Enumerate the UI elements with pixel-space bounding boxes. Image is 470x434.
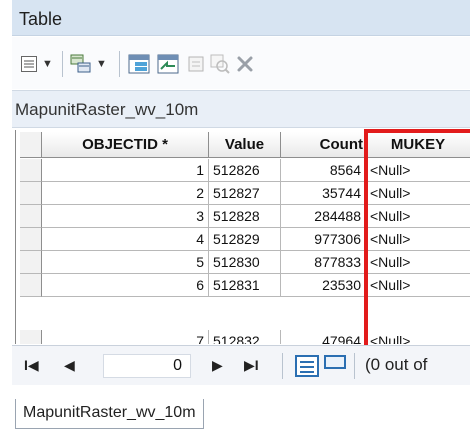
cell-count[interactable]: 877833	[281, 251, 366, 274]
cell-value[interactable]: 512829	[209, 228, 281, 251]
switch-selection-button[interactable]	[157, 53, 179, 75]
row-selector[interactable]	[20, 228, 42, 251]
record-navigation-bar: I◀ ◀ 0 ▶ ▶I (0 out of	[12, 345, 470, 385]
toolbar-separator	[62, 51, 63, 77]
cell-objectid[interactable]: 1	[42, 159, 209, 182]
cell-count[interactable]: 8564	[281, 159, 366, 182]
column-header-objectid[interactable]: OBJECTID *	[42, 132, 209, 158]
cell-objectid[interactable]: 2	[42, 182, 209, 205]
layer-name-bar: MapunitRaster_wv_10m	[12, 90, 470, 128]
cell-value[interactable]: 512828	[209, 205, 281, 228]
next-record-button[interactable]: ▶	[212, 357, 223, 374]
select-by-attributes-button[interactable]	[128, 53, 150, 75]
zoom-to-selected-icon	[210, 54, 230, 74]
chevron-down-icon: ▼	[96, 58, 107, 70]
row-selector[interactable]	[20, 274, 42, 297]
cell-mukey[interactable]: <Null>	[366, 228, 470, 251]
related-tables-icon	[70, 54, 91, 73]
cell-objectid[interactable]: 7	[42, 330, 209, 344]
previous-record-button[interactable]: ◀	[64, 357, 75, 374]
row-selector-header[interactable]	[20, 132, 42, 158]
cell-count[interactable]: 47964	[281, 330, 366, 344]
row-selector[interactable]	[20, 251, 42, 274]
table-tabs: MapunitRaster_wv_10m	[12, 386, 470, 434]
cell-count[interactable]: 23530	[281, 274, 366, 297]
show-selected-records-button[interactable]	[324, 355, 346, 369]
zoom-to-selected-button[interactable]	[210, 53, 230, 75]
selection-status: (0 out of	[365, 355, 428, 374]
clear-selection-button[interactable]	[187, 53, 205, 75]
cell-value[interactable]: 512831	[209, 274, 281, 297]
table-options-button[interactable]: ▼	[20, 53, 53, 75]
column-header-value[interactable]: Value	[209, 132, 281, 158]
layer-name: MapunitRaster_wv_10m	[15, 100, 199, 119]
tab-mapunitraster[interactable]: MapunitRaster_wv_10m	[15, 399, 204, 429]
cell-value[interactable]: 512830	[209, 251, 281, 274]
cell-value[interactable]: 512832	[209, 330, 281, 344]
delete-selected-button[interactable]	[236, 53, 254, 75]
cell-value[interactable]: 512827	[209, 182, 281, 205]
row-selector[interactable]	[20, 205, 42, 228]
toolbar-separator	[354, 353, 355, 379]
show-all-records-button[interactable]	[295, 355, 319, 377]
toolbar-separator	[119, 51, 120, 77]
cell-mukey[interactable]: <Null>	[366, 182, 470, 205]
cell-mukey[interactable]: <Null>	[366, 330, 470, 344]
column-header-mukey[interactable]: MUKEY	[366, 132, 470, 158]
chevron-down-icon: ▼	[42, 58, 53, 70]
switch-selection-icon	[157, 54, 179, 74]
cell-count[interactable]: 35744	[281, 182, 366, 205]
cell-objectid[interactable]: 5	[42, 251, 209, 274]
cell-mukey[interactable]: <Null>	[366, 251, 470, 274]
column-header-count[interactable]: Count	[281, 132, 366, 158]
clear-selection-icon	[188, 56, 204, 72]
first-record-button[interactable]: I◀	[24, 357, 39, 374]
table-toolbar: ▼ ▼	[12, 37, 470, 89]
select-by-attributes-icon	[128, 54, 150, 74]
toolbar-separator	[282, 353, 283, 379]
table-options-icon	[21, 56, 37, 72]
cell-objectid[interactable]: 3	[42, 205, 209, 228]
cell-objectid[interactable]: 4	[42, 228, 209, 251]
window-title: Table	[19, 9, 63, 29]
current-record-input[interactable]: 0	[103, 354, 191, 378]
delete-selected-icon	[237, 56, 253, 72]
window-titlebar: Table	[12, 0, 470, 36]
cell-mukey[interactable]: <Null>	[366, 274, 470, 297]
cell-count[interactable]: 284488	[281, 205, 366, 228]
related-tables-button[interactable]: ▼	[70, 53, 107, 75]
cell-objectid[interactable]: 6	[42, 274, 209, 297]
last-record-button[interactable]: ▶I	[244, 357, 259, 374]
cell-count[interactable]: 977306	[281, 228, 366, 251]
row-selector[interactable]	[20, 182, 42, 205]
cell-mukey[interactable]: <Null>	[366, 205, 470, 228]
row-selector[interactable]	[20, 330, 42, 344]
attribute-table-grid[interactable]: OBJECTID * Value Count MUKEY 1 512826 85…	[15, 130, 470, 344]
cell-mukey[interactable]: <Null>	[366, 159, 470, 182]
cell-value[interactable]: 512826	[209, 159, 281, 182]
row-selector[interactable]	[20, 159, 42, 182]
